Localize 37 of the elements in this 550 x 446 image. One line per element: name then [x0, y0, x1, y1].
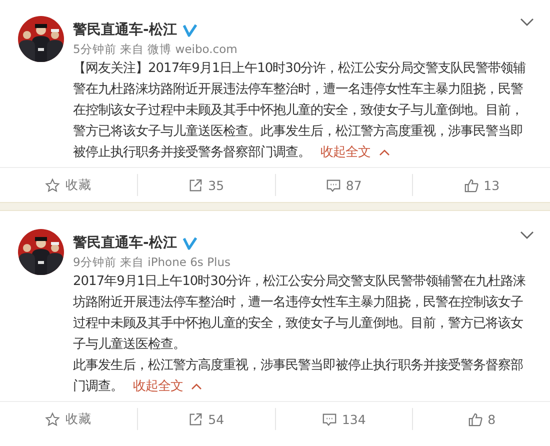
collapse-link[interactable]: 收起全文 [320, 142, 390, 163]
count-label: 87 [346, 178, 362, 192]
count-label: 35 [208, 178, 224, 192]
chevron-up-icon [378, 149, 390, 156]
comment-icon [322, 412, 337, 426]
count-label: 134 [342, 412, 366, 426]
favorite-button[interactable]: 收藏 [0, 408, 137, 430]
favorite-button[interactable]: 收藏 [0, 174, 137, 196]
chevron-down-icon[interactable] [520, 231, 534, 240]
author-name[interactable]: 警民直通车-松江 [73, 21, 177, 39]
author-name[interactable]: 警民直通车-松江 [73, 234, 177, 252]
star-icon [45, 412, 60, 426]
post-text: 【网友关注】2017年9月1日上午10时30分许，松江公安分局交警支队民警带领辅警在九杜路涞坊路附近开展违法停车整治时，遭一名违停女性车主暴力阻挠，民警在控制该女子过程中未顾及其手中怀抱儿童的安全，致使女子与儿童倒地。目前，警方已将该女子与儿童送医检查。此事发生后，松江警方高度重视，涉事民警当即被停止执行职务并接受警务督察部门调查。 收起全文 [73, 58, 528, 163]
repost-button[interactable]: 54 [136, 408, 274, 430]
count-label: 54 [208, 412, 224, 426]
like-button[interactable]: 8 [412, 408, 550, 430]
share-icon [188, 178, 204, 192]
favorite-label: 收藏 [65, 410, 92, 428]
post-text: 2017年9月1日上午10时30分许，松江公安分局交警支队民警带领辅警在九杜路涞坊路附近开展违法停车整治时，遭一名违停女性车主暴力阻挠，民警在控制该女子过程中未顾及其手中怀抱儿童的安全，致使女子与儿童倒地。目前，警方已将该女子与儿童送医检查。 [73, 273, 527, 354]
count-label: 8 [488, 412, 496, 426]
thumbs-up-icon [464, 178, 479, 192]
share-icon [188, 412, 204, 426]
count-label: 13 [484, 178, 500, 192]
like-button[interactable]: 13 [412, 174, 550, 196]
post-text: 此事发生后，松江警方高度重视，涉事民警当即被停止执行职务并接受警务督察部门调查。 收起全文 [73, 355, 528, 397]
comment-button[interactable]: 134 [274, 408, 412, 430]
comment-button[interactable]: 87 [274, 174, 412, 196]
star-icon [45, 178, 60, 192]
favorite-label: 收藏 [65, 176, 92, 194]
comment-icon [326, 178, 341, 192]
collapse-link[interactable]: 收起全文 [133, 376, 202, 397]
post-meta: 5分钟前 来自 微博 weibo.com [73, 41, 238, 58]
post-meta: 9分钟前 来自 iPhone 6s Plus [73, 254, 232, 271]
chevron-up-icon [191, 383, 202, 390]
thumbs-up-icon [468, 412, 483, 426]
repost-button[interactable]: 35 [136, 174, 274, 196]
chevron-down-icon[interactable] [520, 18, 534, 27]
